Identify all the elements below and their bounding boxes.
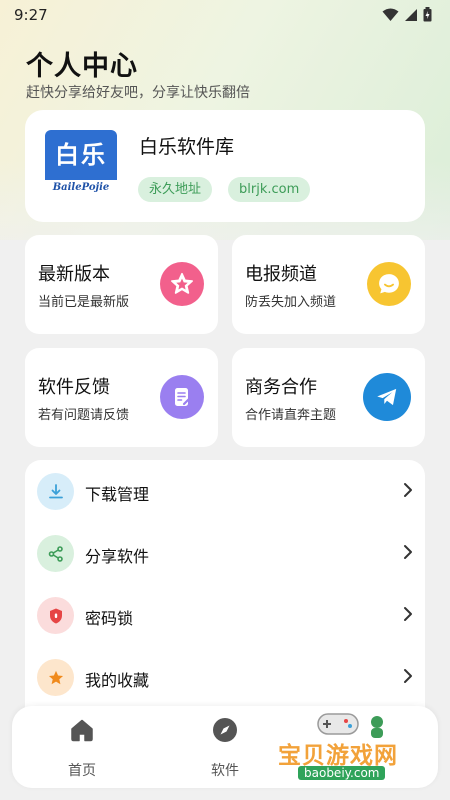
shield-icon — [37, 597, 74, 634]
feature-title: 电报频道 — [245, 264, 317, 285]
feature-desc: 合作请直奔主题 — [245, 408, 337, 423]
menu-item-label: 下载管理 — [85, 485, 150, 504]
app-info-card[interactable]: 白乐 BailePojie 白乐软件库 永久地址 blrjk.com — [25, 110, 425, 222]
chat-bubble-icon — [367, 262, 411, 306]
nav-item-home[interactable]: 首页 — [42, 706, 122, 788]
page-title: 个人中心 — [26, 51, 138, 82]
menu-item-my-favorites[interactable]: 我的收藏 — [25, 646, 425, 708]
status-icons — [382, 7, 432, 22]
signal-icon — [405, 8, 417, 21]
menu-item-download-manager[interactable]: 下载管理 — [25, 460, 425, 522]
feature-title: 最新版本 — [38, 264, 110, 285]
website-tag[interactable]: blrjk.com — [228, 177, 311, 202]
site-watermark: 宝贝游戏网 baobeiy.com — [276, 706, 436, 794]
telegram-icon — [363, 373, 411, 421]
chevron-right-icon — [404, 607, 412, 621]
watermark-text: 宝贝游戏网 — [278, 743, 398, 769]
business-cooperation-card[interactable]: 商务合作 合作请直奔主题 — [232, 348, 425, 447]
gamepad-icon — [317, 713, 359, 735]
telegram-channel-card[interactable]: 电报频道 防丢失加入频道 — [232, 235, 425, 334]
watermark-url: baobeiy.com — [298, 766, 386, 780]
feature-title: 软件反馈 — [38, 377, 110, 398]
app-name: 白乐软件库 — [139, 136, 235, 158]
feature-title: 商务合作 — [245, 377, 317, 398]
nav-label: 软件 — [211, 763, 239, 779]
latest-version-card[interactable]: 最新版本 当前已是最新版 — [25, 235, 218, 334]
chevron-right-icon — [404, 669, 412, 683]
menu-item-share-software[interactable]: 分享软件 — [25, 522, 425, 584]
menu-list: 下载管理 分享软件 密码锁 我的收藏 — [25, 460, 425, 740]
menu-item-label: 我的收藏 — [85, 671, 150, 690]
logo-subtext: BailePojie — [52, 182, 110, 193]
share-icon — [37, 535, 74, 572]
status-time: 9:27 — [14, 6, 48, 24]
nav-item-software[interactable]: 软件 — [185, 706, 265, 788]
battery-icon — [423, 7, 432, 22]
menu-item-password-lock[interactable]: 密码锁 — [25, 584, 425, 646]
nav-label: 首页 — [68, 763, 96, 779]
menu-item-label: 密码锁 — [85, 609, 134, 628]
star-icon — [160, 262, 204, 306]
permanent-address-tag[interactable]: 永久地址 — [138, 177, 213, 202]
chevron-right-icon — [404, 483, 412, 497]
logo-text: 白乐 — [45, 130, 117, 180]
chevron-right-icon — [404, 545, 412, 559]
wifi-icon — [382, 8, 399, 21]
star-icon — [37, 659, 74, 696]
home-icon — [71, 719, 93, 742]
app-logo: 白乐 BailePojie — [45, 130, 117, 202]
edit-note-icon — [160, 375, 204, 419]
menu-item-label: 分享软件 — [85, 547, 150, 566]
feedback-card[interactable]: 软件反馈 若有问题请反馈 — [25, 348, 218, 447]
status-bar: 9:27 — [0, 0, 450, 30]
feature-desc: 当前已是最新版 — [38, 295, 130, 310]
compass-icon — [213, 718, 237, 742]
feature-desc: 若有问题请反馈 — [38, 408, 130, 423]
page-subtitle: 赶快分享给好友吧，分享让快乐翻倍 — [26, 85, 250, 101]
feature-desc: 防丢失加入频道 — [245, 295, 337, 310]
download-icon — [37, 473, 74, 510]
